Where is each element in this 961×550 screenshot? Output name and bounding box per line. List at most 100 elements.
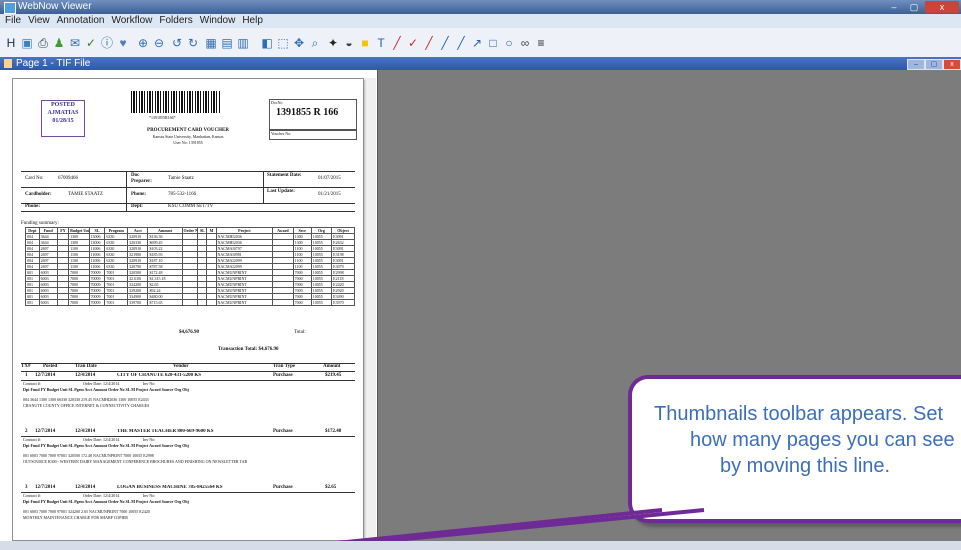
divider	[126, 171, 127, 211]
funding-cell: $715.65	[147, 299, 183, 306]
user-icon[interactable]: ♟	[52, 36, 66, 50]
highlight-icon[interactable]: ■	[358, 36, 372, 50]
transaction-detail: 001 6003 7000 7000 97001 324200 2.65 NAC…	[23, 509, 150, 514]
page-scrollbar[interactable]	[365, 78, 376, 548]
phone2-label: Phone:	[131, 192, 146, 197]
divider	[21, 211, 355, 212]
transaction-header-cell: TX#	[21, 364, 31, 369]
menu-window[interactable]: Window	[200, 15, 236, 26]
fit-page-icon[interactable]: ▦	[204, 36, 218, 50]
heart-icon[interactable]: ♥	[116, 36, 130, 50]
dept: KSU COMM SET/TV	[168, 204, 214, 209]
voucher-title: PROCUREMENT CARD VOUCHER	[147, 128, 229, 133]
statement-date-label: Statement Date:	[267, 173, 302, 178]
cardholder-label: Cardholder:	[25, 192, 52, 197]
doc-minimize-button[interactable]: –	[907, 59, 925, 70]
text-icon[interactable]: T	[374, 36, 388, 50]
app-icon	[4, 2, 16, 14]
transaction-order-date: Order Date: 12/4/2014	[83, 381, 120, 386]
checkmark-icon[interactable]: ✓	[406, 36, 420, 50]
maximize-button[interactable]: ▢	[905, 1, 923, 13]
transaction-posted: 12/7/2014	[35, 429, 56, 434]
line-icon[interactable]: ╱	[454, 36, 468, 50]
phone2: 785-532-1166	[168, 192, 197, 197]
posted-stamp-line: AJMATIAS	[47, 110, 79, 116]
transaction-amount: $172.48	[325, 429, 342, 434]
menu-folders[interactable]: Folders	[159, 15, 192, 26]
posted-stamp: POSTED AJMATIAS 01/28/15	[41, 100, 85, 137]
funding-total: $4,676.90	[179, 330, 199, 335]
stamp-icon[interactable]: ◒	[342, 36, 356, 50]
funding-table: Dept Fund FY Budget Unit SL Program Acct Amount…	[25, 227, 355, 306]
doc-close-button[interactable]: x	[943, 59, 961, 70]
divider	[21, 436, 355, 437]
minimize-button[interactable]: –	[885, 1, 903, 13]
link-icon[interactable]: ∞	[518, 36, 532, 50]
select-icon[interactable]: ⬚	[276, 36, 290, 50]
total-label: Total:	[294, 330, 306, 335]
transaction-total: Transaction Total: $4,676.90	[218, 347, 279, 352]
zoom-out-icon[interactable]: ⊖	[152, 36, 166, 50]
menu-workflow[interactable]: Workflow	[111, 15, 152, 26]
phone-label: Phone:	[25, 204, 40, 209]
last-update-label: Last Update:	[267, 189, 295, 194]
transaction-number: 3	[25, 485, 28, 490]
menu-annotation[interactable]: Annotation	[57, 15, 105, 26]
menu-help[interactable]: Help	[242, 15, 263, 26]
transaction-type: Purchase	[273, 485, 293, 490]
transaction-posted: 12/7/2014	[35, 485, 56, 490]
rotate-right-icon[interactable]: ↻	[186, 36, 200, 50]
scan-icon[interactable]: ▣	[20, 36, 34, 50]
divider	[21, 187, 355, 188]
funding-cell: 6003	[38, 299, 58, 306]
callout-line: Thumbnails toolbar appears. Set	[654, 403, 944, 425]
funding-cell: NACMUNPRINT	[215, 299, 274, 306]
barcode	[131, 91, 221, 113]
doc-number-label: DocNo	[271, 100, 283, 105]
magnifier-icon[interactable]: ⌕	[308, 36, 322, 50]
close-button[interactable]: x	[925, 1, 959, 13]
transaction-contract: Contract #:	[23, 493, 41, 498]
funding-cell	[206, 299, 217, 306]
doc-restore-button[interactable]: ▢	[925, 59, 943, 70]
line-blue-icon[interactable]: ╱	[438, 36, 452, 50]
pan-icon[interactable]: ✥	[292, 36, 306, 50]
thumbnail-icon[interactable]: ◧	[260, 36, 274, 50]
menu-icon[interactable]: ≡	[534, 36, 548, 50]
pen-icon[interactable]: ╱	[390, 36, 404, 50]
check-icon[interactable]: ✓	[84, 36, 98, 50]
rotate-left-icon[interactable]: ↺	[170, 36, 184, 50]
rectangle-icon[interactable]: □	[486, 36, 500, 50]
transaction-invoice: Inv No:	[143, 381, 156, 386]
h-icon[interactable]: H	[4, 36, 18, 50]
callout-box: Thumbnails toolbar appears. Set how many…	[628, 375, 961, 523]
send-icon[interactable]: ✉	[68, 36, 82, 50]
voucher-no-label: Voucher No:	[271, 131, 292, 136]
transaction-header-cell: Amount	[323, 364, 341, 369]
ellipse-icon[interactable]: ○	[502, 36, 516, 50]
voucher-subtitle: Kansas State University, Manhattan, Kans…	[133, 134, 243, 146]
pin-icon[interactable]: ✦	[326, 36, 340, 50]
fit-width-icon[interactable]: ▤	[220, 36, 234, 50]
double-page-icon[interactable]: ▥	[236, 36, 250, 50]
menu-file[interactable]: File	[5, 15, 21, 26]
funding-cell: 7000	[292, 299, 312, 306]
status-bar	[0, 541, 961, 550]
print-icon[interactable]: ⎙	[36, 36, 50, 50]
transaction-date: 12/4/2014	[75, 373, 96, 378]
transaction-contract: Contract #:	[23, 381, 41, 386]
transaction-header-cell: Tran Type	[273, 364, 296, 369]
transaction-detail-header: Dpt Fund FY Budget Unit SL Pgrm Acct Amo…	[23, 443, 189, 448]
line-red-icon[interactable]: ╱	[422, 36, 436, 50]
transaction-header-cell: Vendor	[173, 364, 189, 369]
funding-cell: 001	[25, 299, 40, 306]
zoom-in-icon[interactable]: ⊕	[136, 36, 150, 50]
menu-bar: File View Annotation Workflow Folders Window H…	[0, 14, 961, 28]
voucher-subtitle-line2: User No: 1391855	[173, 140, 203, 145]
menu-view[interactable]: View	[28, 15, 50, 26]
posted-stamp-line: 01/28/15	[52, 118, 74, 124]
callout-line: how many pages you can see	[690, 429, 955, 451]
arrow-icon[interactable]: ↗	[470, 36, 484, 50]
transaction-amount: $2.65	[325, 485, 337, 490]
info-icon[interactable]: ⓘ	[100, 36, 114, 50]
